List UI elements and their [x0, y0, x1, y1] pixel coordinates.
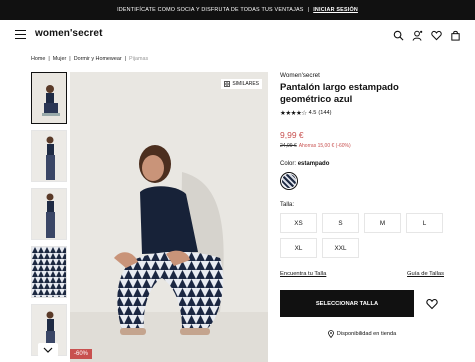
breadcrumb-current: Pijamas: [129, 56, 149, 62]
store-availability[interactable]: Disponibilidad en tienda: [280, 330, 444, 338]
location-pin-icon: [327, 330, 334, 338]
breadcrumb-dormir[interactable]: Dormir y Homewear: [74, 56, 122, 62]
heart-icon[interactable]: [431, 28, 442, 41]
find-size-link[interactable]: Encuentra tu Talla: [280, 271, 326, 277]
color-swatch[interactable]: [280, 172, 298, 190]
thumbnail-2[interactable]: [31, 130, 67, 182]
product-rating[interactable]: ★★★★☆ 4.5 (144): [280, 109, 450, 117]
size-label: Talla:: [280, 202, 295, 208]
search-icon[interactable]: [393, 28, 404, 41]
old-price: 24,99 €: [280, 143, 297, 149]
rating-value: 4.5: [308, 110, 317, 116]
wishlist-heart-icon[interactable]: [420, 292, 444, 316]
breadcrumb-home[interactable]: Home: [31, 56, 45, 62]
size-option-l[interactable]: L: [406, 213, 443, 233]
thumbnail-3[interactable]: [31, 188, 67, 240]
promo-banner: IDENTIFÍCATE COMO SOCIA Y DISFRUTA DE TO…: [0, 0, 475, 20]
size-option-xl[interactable]: XL: [280, 238, 317, 258]
bag-icon[interactable]: [450, 28, 461, 41]
similar-icon: [224, 81, 231, 87]
thumbnail-4[interactable]: [31, 246, 67, 298]
size-option-xxl[interactable]: XXL: [322, 238, 359, 258]
chevron-down-icon[interactable]: [38, 343, 58, 357]
discount-badge: -60%: [70, 349, 93, 359]
size-option-s[interactable]: S: [322, 213, 359, 233]
size-selector: XS S M L XL XXL: [280, 213, 450, 258]
breadcrumb-separator: |: [124, 56, 127, 62]
color-label: Color:: [280, 161, 297, 167]
breadcrumb-separator: |: [48, 56, 50, 62]
similares-button[interactable]: SIMILARES: [221, 79, 262, 89]
breadcrumb-separator: |: [69, 56, 71, 62]
menu-icon[interactable]: [15, 30, 26, 40]
brand-logo[interactable]: women'secret: [35, 28, 103, 39]
review-count: (144): [318, 110, 332, 116]
product-info: Women'secret Pantalón largo estampado ge…: [280, 72, 450, 338]
site-header: women'secret: [0, 22, 475, 48]
select-size-button[interactable]: SELECCIONAR TALLA: [280, 290, 414, 317]
current-price: 9,99 €: [280, 130, 304, 140]
login-link[interactable]: INICIAR SESIÓN: [313, 7, 358, 13]
thumbnail-1[interactable]: [31, 72, 67, 124]
user-icon[interactable]: [412, 28, 423, 41]
savings-text: Ahorras 15,00 € (-60%): [298, 143, 351, 149]
size-option-m[interactable]: M: [364, 213, 401, 233]
size-option-xs[interactable]: XS: [280, 213, 317, 233]
breadcrumb-mujer[interactable]: Mujer: [53, 56, 66, 62]
product-brand[interactable]: Women'secret: [280, 72, 450, 79]
promo-text: IDENTIFÍCATE COMO SOCIA Y DISFRUTA DE TO…: [117, 7, 304, 13]
promo-separator: |: [307, 7, 310, 13]
product-title: Pantalón largo estampado geométrico azul: [280, 82, 399, 105]
color-value: estampado: [297, 161, 330, 167]
availability-label: Disponibilidad en tienda: [336, 331, 397, 337]
similares-label: SIMILARES: [232, 81, 259, 87]
star-rating-icon: ★★★★☆: [280, 110, 307, 117]
size-guide-link[interactable]: Guía de Tallas: [407, 271, 444, 277]
breadcrumb: Home | Mujer | Dormir y Homewear | Pijam…: [31, 56, 148, 62]
product-main-image[interactable]: SIMILARES -60%: [70, 72, 268, 362]
thumbnail-list: [31, 72, 68, 362]
